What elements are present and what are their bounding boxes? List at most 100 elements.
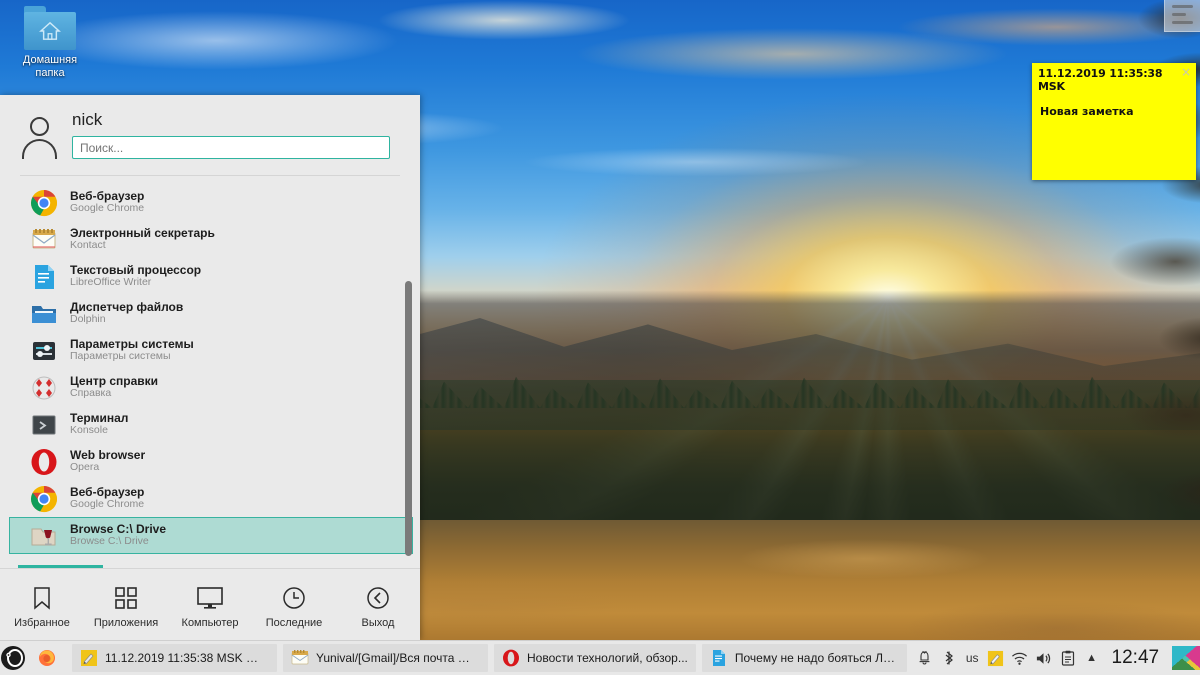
- task-button-libreoffice-writer[interactable]: Почему не надо бояться Ли...: [701, 644, 907, 672]
- opera-icon: [30, 448, 58, 476]
- color-widget-icon[interactable]: [1172, 646, 1200, 670]
- task-label: 11.12.2019 11:35:38 MSK — K...: [105, 651, 269, 665]
- clipboard-icon[interactable]: [1056, 646, 1080, 670]
- grid-apps-icon: [84, 584, 168, 612]
- show-hidden-icon[interactable]: ▲: [1080, 646, 1104, 670]
- kontact-icon: [291, 649, 309, 667]
- taskbar[interactable]: 11.12.2019 11:35:38 MSK — K... Yunival/[…: [0, 640, 1200, 675]
- app-item-chrome-2[interactable]: Веб-браузер Google Chrome: [9, 480, 413, 517]
- wifi-icon[interactable]: [1008, 646, 1032, 670]
- app-title: Browse C:\ Drive: [70, 521, 167, 536]
- chrome-icon: [30, 189, 58, 217]
- app-title: Web browser: [70, 447, 146, 462]
- widget-bar-1: [1172, 5, 1193, 8]
- app-subtitle: Browse C:\ Drive: [70, 535, 149, 548]
- tab-favorites[interactable]: Избранное: [0, 580, 84, 629]
- tab-label: Выход: [361, 617, 395, 629]
- task-button-knotes[interactable]: 11.12.2019 11:35:38 MSK — K...: [72, 644, 277, 672]
- wine-drive-icon: [30, 522, 58, 550]
- app-subtitle: Opera: [70, 461, 100, 474]
- folder-home-icon: [24, 6, 76, 50]
- app-item-dolphin[interactable]: Диспетчер файлов Dolphin: [9, 295, 413, 332]
- widget-bar-2: [1172, 13, 1186, 16]
- notifications-icon[interactable]: [913, 646, 937, 670]
- desktop-icon-label-line1: Домашняя: [22, 54, 78, 66]
- bookmark-icon: [0, 584, 84, 612]
- app-item-system-settings[interactable]: Параметры системы Параметры системы: [9, 332, 413, 369]
- close-icon[interactable]: ×: [1181, 66, 1191, 78]
- app-item-browse-c-drive[interactable]: Browse C:\ Drive Browse C:\ Drive: [9, 517, 413, 554]
- app-title: Терминал: [70, 410, 129, 425]
- active-tab-indicator: [18, 565, 103, 568]
- tab-applications[interactable]: Приложения: [84, 580, 168, 629]
- house-glyph: [39, 21, 61, 40]
- app-title: Текстовый процессор: [70, 262, 202, 277]
- app-item-chrome-1[interactable]: Веб-браузер Google Chrome: [9, 184, 413, 221]
- app-title: Веб-браузер: [70, 484, 145, 499]
- user-name: nick: [72, 110, 103, 129]
- task-button-firefox[interactable]: [32, 644, 66, 672]
- app-title: Центр справки: [70, 373, 159, 388]
- app-subtitle: Konsole: [70, 424, 108, 437]
- widget-bar-3: [1172, 21, 1193, 24]
- menu-tab-bar[interactable]: Избранное Приложения Компьютер Последние…: [0, 568, 420, 640]
- search-input[interactable]: [72, 136, 390, 159]
- opera-icon: [502, 649, 520, 667]
- tab-label: Избранное: [14, 617, 70, 629]
- tab-label: Приложения: [93, 617, 159, 629]
- tab-leave[interactable]: Выход: [336, 580, 420, 629]
- keyboard-layout-indicator[interactable]: us: [961, 651, 984, 665]
- task-label: Новости технологий, обзор...: [527, 651, 688, 665]
- desktop-icon-home-folder[interactable]: Домашняя папка: [10, 6, 90, 80]
- app-title: Электронный секретарь: [70, 225, 215, 240]
- app-item-help-center[interactable]: Центр справки Справка: [9, 369, 413, 406]
- kontact-icon: [30, 226, 58, 254]
- application-list[interactable]: Веб-браузер Google Chrome Электронный се…: [0, 176, 420, 568]
- desktop[interactable]: Домашняя папка 11.12.2019 11:35:38 MSK ×…: [0, 0, 1200, 675]
- desktop-widget-panel[interactable]: [1164, 0, 1200, 32]
- tab-label: Последние: [265, 617, 323, 629]
- user-avatar-icon: [20, 111, 64, 159]
- clock-icon: [252, 584, 336, 612]
- sticky-note[interactable]: 11.12.2019 11:35:38 MSK × Новая заметка: [1032, 63, 1196, 180]
- system-tray[interactable]: us ▲ 12:47: [913, 641, 1200, 675]
- clock[interactable]: 12:47: [1104, 647, 1168, 669]
- app-item-konsole[interactable]: Терминал Konsole: [9, 406, 413, 443]
- opensuse-launcher-icon[interactable]: [0, 641, 26, 675]
- app-subtitle: Параметры системы: [70, 350, 171, 363]
- bluetooth-icon[interactable]: [937, 646, 961, 670]
- task-label: Почему не надо бояться Ли...: [734, 651, 899, 665]
- desktop-icon-label-line2: папка: [35, 67, 65, 79]
- tab-computer[interactable]: Компьютер: [168, 580, 252, 629]
- help-center-icon: [30, 374, 58, 402]
- task-label: Yunival/[Gmail]/Вся почта — ...: [316, 651, 480, 665]
- konsole-terminal-icon: [30, 411, 58, 439]
- sticky-note-body[interactable]: Новая заметка: [1032, 93, 1196, 130]
- chrome-icon: [30, 485, 58, 513]
- firefox-icon: [38, 649, 56, 667]
- app-item-opera[interactable]: Web browser Opera: [9, 443, 413, 480]
- dolphin-folder-icon: [30, 300, 58, 328]
- system-settings-icon: [30, 337, 58, 365]
- volume-icon[interactable]: [1032, 646, 1056, 670]
- app-subtitle: Kontact: [70, 239, 106, 252]
- app-subtitle: Справка: [70, 387, 112, 400]
- tab-recent[interactable]: Последние: [252, 580, 336, 629]
- task-button-opera[interactable]: Новости технологий, обзор...: [494, 644, 696, 672]
- application-list-scrollbar[interactable]: [405, 281, 412, 556]
- app-title: Веб-браузер: [70, 188, 145, 203]
- libreoffice-writer-icon: [30, 263, 58, 291]
- task-button-kontact[interactable]: Yunival/[Gmail]/Вся почта — ...: [283, 644, 488, 672]
- app-item-libreoffice-writer[interactable]: Текстовый процессор LibreOffice Writer: [9, 258, 413, 295]
- app-title: Параметры системы: [70, 336, 194, 351]
- application-launcher-menu[interactable]: nick Веб-б: [0, 95, 420, 640]
- app-title: Диспетчер файлов: [70, 299, 184, 314]
- knotes-tray-icon[interactable]: [984, 646, 1008, 670]
- tab-label: Компьютер: [181, 617, 239, 629]
- leave-back-icon: [336, 584, 420, 612]
- app-item-kontact[interactable]: Электронный секретарь Kontact: [9, 221, 413, 258]
- app-subtitle: Google Chrome: [70, 202, 145, 215]
- menu-header: nick: [0, 95, 420, 169]
- knotes-icon: [80, 649, 98, 667]
- app-subtitle: Dolphin: [70, 313, 106, 326]
